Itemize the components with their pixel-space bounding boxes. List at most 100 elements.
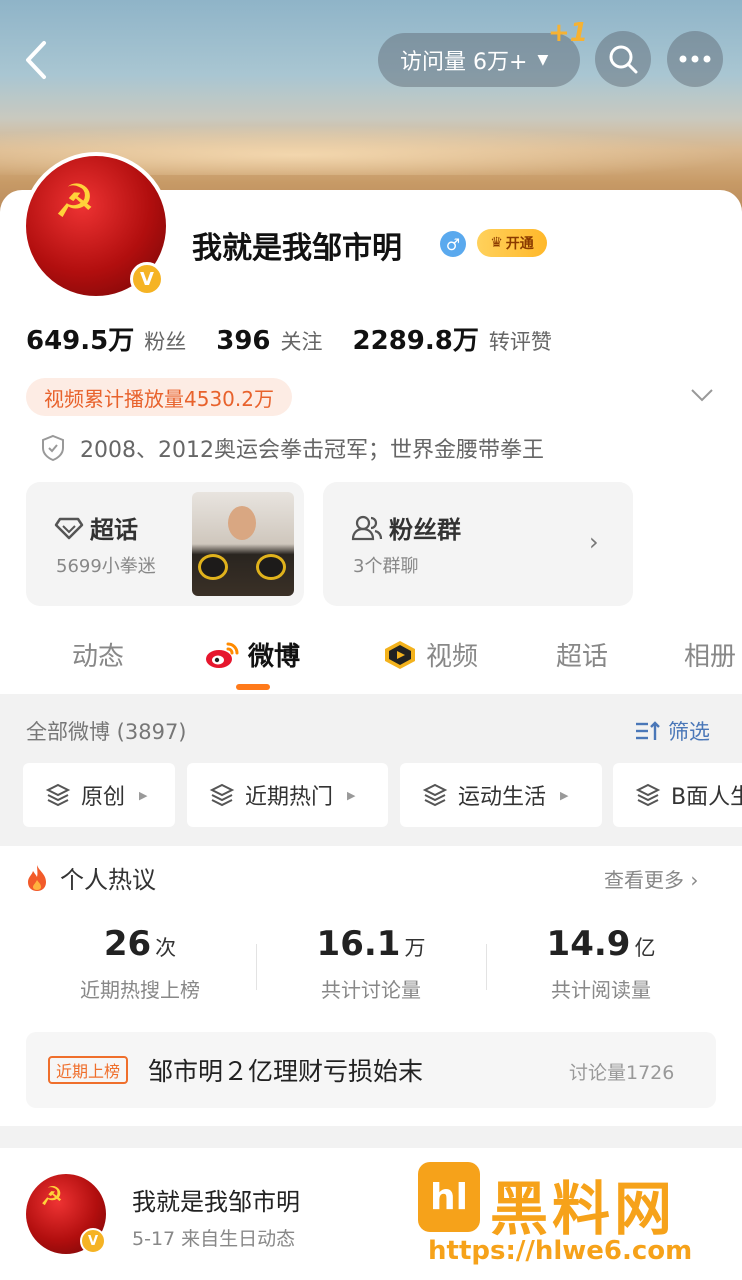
chip-b-side[interactable]: B面人生 [613, 763, 742, 827]
metric-discussion: 16.1 万 共计讨论量 [256, 924, 486, 1003]
chevron-right-icon: › [690, 868, 699, 892]
layers-icon [45, 783, 71, 807]
vip-open-button[interactable]: ♛ 开通 [477, 229, 547, 257]
discussion-count: 讨论量1726 [569, 1062, 675, 1084]
metric-value: 26 [103, 924, 152, 964]
tab-weibo[interactable]: 微博 [204, 636, 300, 673]
active-tab-indicator [236, 684, 270, 690]
hot-title: 个人热议 [60, 866, 156, 894]
fan-group-title: 粉丝群 [389, 516, 461, 544]
metric-trending: 26 次 近期热搜上榜 [25, 924, 255, 1003]
chip-label: B面人生 [671, 785, 742, 810]
emblem-icon: ☭ [40, 1182, 64, 1212]
profile-stats: 649.5万 粉丝 396 关注 2289.8万 转评赞 [26, 320, 582, 357]
post-meta: 5-17 来自生日动态 [132, 1228, 296, 1250]
plus-one-badge: +1 [548, 18, 588, 48]
tab-video[interactable]: 视频 [382, 636, 478, 673]
metric-value: 16.1 [316, 924, 401, 964]
supertopic-subtitle: 5699小拳迷 [56, 556, 156, 577]
visits-label: 访问量 6万+ [400, 50, 528, 75]
metric-value: 14.9 [546, 924, 631, 964]
post-author-name[interactable]: 我就是我邹市明 [132, 1182, 300, 1217]
tab-album[interactable]: 相册 [684, 636, 736, 673]
video-badge-icon [385, 640, 415, 669]
back-button[interactable] [18, 40, 54, 80]
metric-reads: 14.9 亿 共计阅读量 [486, 924, 716, 1003]
followers-label[interactable]: 粉丝 [144, 326, 186, 356]
chip-label: 运动生活 [458, 785, 547, 810]
video-play-count-tag[interactable]: 视频累计播放量4530.2万 [26, 378, 292, 416]
supertopic-title: 超话 [90, 516, 138, 544]
verified-badge: V [80, 1228, 106, 1254]
recent-rank-tag: 近期上榜 [48, 1056, 129, 1084]
filter-label: 筛选 [668, 720, 710, 744]
filter-button[interactable]: 筛选 [634, 716, 710, 746]
tab-label: 动态 [72, 642, 125, 672]
search-icon [609, 45, 638, 74]
shield-icon [42, 434, 64, 462]
see-more-label: 查看更多 [604, 868, 684, 892]
tab-label: 视频 [426, 642, 479, 672]
sort-filter-icon [636, 721, 660, 740]
fan-group-card[interactable]: 粉丝群 3个群聊 › [323, 482, 633, 606]
trending-topic-row[interactable]: 近期上榜 邹市明２亿理财亏损始末 讨论量1726 [26, 1032, 716, 1108]
supertopic-card[interactable]: 超话 5699小拳迷 [26, 482, 304, 606]
search-button[interactable] [595, 31, 651, 87]
tab-dynamics[interactable]: 动态 [72, 636, 124, 673]
watermark-logo: hl [418, 1162, 480, 1232]
tab-supertopic[interactable]: 超话 [556, 636, 608, 673]
tab-label: 相册 [684, 642, 737, 672]
metric-unit: 次 [155, 936, 177, 960]
chip-original[interactable]: 原创 ▶ [23, 763, 175, 827]
chevron-right-icon: › [589, 528, 599, 556]
following-count[interactable]: 396 [216, 326, 270, 356]
chevron-down-icon [691, 389, 713, 402]
personal-hot-section: 个人热议 查看更多 › 26 次 近期热搜上榜 16.1 万 共计讨论量 14.9 亿… [0, 846, 742, 1126]
see-more-link[interactable]: 查看更多 › [604, 864, 698, 893]
diamond-icon [54, 517, 84, 539]
metric-unit: 亿 [634, 936, 656, 960]
weibo-logo-icon [206, 642, 239, 668]
profile-tabs: 动态 微博 视频 超话 相册 [0, 624, 742, 694]
weibo-count-title: 全部微博 (3897) [26, 720, 187, 744]
caret-right-icon: ▶ [347, 788, 356, 802]
boxer-photo [192, 492, 294, 596]
tab-label: 超话 [556, 642, 609, 672]
metric-label: 共计讨论量 [321, 978, 421, 1002]
following-label[interactable]: 关注 [281, 326, 323, 356]
more-button[interactable] [667, 31, 723, 87]
chevron-left-icon [26, 41, 46, 79]
watermark-text: 黑料网 [490, 1175, 677, 1243]
interactions-count: 2289.8万 [352, 326, 479, 356]
layers-icon [422, 783, 448, 807]
profile-name: 我就是我邹市明 [192, 231, 402, 266]
interactions-label: 转评赞 [488, 330, 552, 354]
metric-label: 近期热搜上榜 [80, 978, 200, 1002]
chip-sports-life[interactable]: 运动生活 ▶ [400, 763, 602, 827]
metric-label: 共计阅读量 [551, 978, 651, 1002]
followers-count[interactable]: 649.5万 [26, 320, 134, 357]
flame-icon [28, 864, 46, 891]
caret-right-icon: ▶ [560, 788, 569, 802]
emblem-icon: ☭ [54, 174, 96, 228]
description-text: 2008、2012奥运会拳击冠军；世界金腰带拳王 [80, 438, 544, 463]
fan-group-subtitle: 3个群聊 [353, 556, 419, 577]
chip-label: 原创 [81, 785, 126, 810]
people-icon [351, 515, 383, 540]
metric-unit: 万 [404, 936, 426, 960]
weibo-filter-bar: 全部微博 (3897) 筛选 原创 ▶ 近期热门 ▶ 运动生活 ▶ B面人生 [0, 694, 742, 844]
layers-icon [209, 783, 235, 807]
verified-badge: V [130, 262, 164, 296]
vip-label: 开通 [505, 236, 534, 252]
chip-label: 近期热门 [245, 785, 334, 810]
watermark-url: https://hlwe6.com [428, 1236, 693, 1266]
chip-recent-hot[interactable]: 近期热门 ▶ [187, 763, 388, 827]
caret-right-icon: ▶ [139, 788, 148, 802]
caret-down-icon: ▼ [537, 52, 549, 68]
tab-label: 微博 [248, 642, 301, 672]
more-dots-icon [679, 55, 711, 63]
profile-description: 2008、2012奥运会拳击冠军；世界金腰带拳王 [40, 432, 544, 464]
male-icon: ♂ [440, 231, 466, 257]
layers-icon [635, 783, 661, 807]
expand-profile-button[interactable] [690, 383, 714, 408]
